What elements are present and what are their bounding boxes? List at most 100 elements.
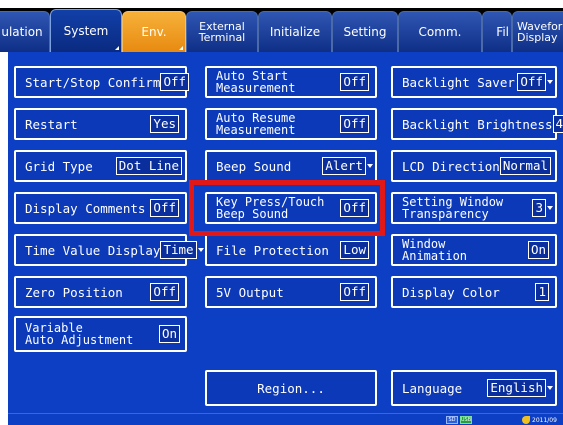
tab-bar: ulation System Env. External Terminal In… [0,8,563,52]
tab-label: Fil [496,25,509,39]
setting-value: Off [160,73,190,91]
setting-value: Off [150,199,179,217]
setting-value: Off [340,115,369,133]
tab-waveform-display[interactable]: Wavefor Display [512,11,563,52]
backlight-brightness-button[interactable]: Backlight Brightness 4 [391,108,563,140]
time-value-display-button[interactable]: Time Value Display Time [14,234,204,266]
setting-label: Start/Stop Confirm [25,74,161,90]
start-stop-confirm-button[interactable]: Start/Stop Confirm Off [14,66,190,98]
tab-file[interactable]: Fil [482,11,512,52]
setting-label: Grid Type [25,158,93,174]
clock-icon [522,416,530,424]
setting-value: On [159,325,181,343]
setting-value: Off [150,283,179,301]
tab-env[interactable]: Env. [122,11,186,52]
value-text: Alert [325,158,363,173]
backlight-saver-button[interactable]: Backlight Saver Off [391,66,557,98]
date-text: 2011/09 [532,416,557,424]
setting-value: Low [340,241,369,259]
tab-initialize[interactable]: Initialize [258,11,332,52]
setting-label: Beep Sound [216,158,292,174]
tab-label: Comm. [418,25,462,39]
setting-label: Variable Auto Adjustment [25,321,134,347]
file-protection-button[interactable]: File Protection Low [205,234,377,266]
region-label: Region... [257,380,325,396]
lcd-direction-button[interactable]: LCD Direction Normal [391,150,557,182]
setting-value: Yes [150,115,179,133]
tab-label: System [63,24,109,38]
dropdown-arrow-icon [367,164,373,168]
value-text: Dot Line [118,158,179,173]
setting-value: 4 [552,115,563,133]
value-text: 1 [538,284,546,299]
tab-system[interactable]: System [50,9,122,52]
setting-value: Off [340,73,369,91]
setting-label: Display Comments [25,200,146,216]
tab-calculation[interactable]: ulation [0,11,50,52]
setting-value: Time [160,241,197,259]
setting-value: Alert [322,157,366,175]
value-text: Yes [153,116,176,131]
value-text: 4 [555,116,563,131]
restart-button[interactable]: Restart Yes [14,108,187,140]
setting-label: Backlight Saver [402,74,515,90]
setting-label: Setting Window Transparency [402,195,504,221]
language-button[interactable]: Language English [391,370,557,406]
tab-comm[interactable]: Comm. [398,11,482,52]
date-display: 2011/09 [532,416,563,424]
value-text: Off [343,74,366,89]
setting-label: Zero Position [25,284,123,300]
setting-label: Auto Resume Measurement [216,111,296,137]
auto-start-measurement-button[interactable]: Auto Start Measurement Off [205,66,377,98]
setting-label: 5V Output [216,284,284,300]
setting-label: Language [402,380,463,396]
value-text: Off [153,200,176,215]
sd-card-icon: SD [446,416,458,424]
value-text: On [162,326,178,341]
tab-label: Initialize [269,25,321,39]
value-text: Off [153,284,176,299]
display-color-button[interactable]: Display Color 1 [391,276,557,308]
setting-window-transparency-button[interactable]: Setting Window Transparency 3 [391,192,557,224]
status-bar [8,413,563,425]
setting-label: Auto Start Measurement [216,69,296,95]
grid-type-button[interactable]: Grid Type Dot Line [14,150,187,182]
tab-label: Wavefor Display [517,20,563,44]
tab-label: ulation [1,25,43,39]
value-text: Off [163,74,187,89]
value-text: Off [520,74,543,89]
display-comments-button[interactable]: Display Comments Off [14,192,187,224]
value-text: On [530,242,546,257]
setting-value: 3 [532,199,546,217]
zero-position-button[interactable]: Zero Position Off [14,276,187,308]
system-settings-screen: ulation System Env. External Terminal In… [0,0,563,425]
setting-label: Backlight Brightness [402,116,553,132]
5v-output-button[interactable]: 5V Output Off [205,276,377,308]
setting-label: Window Animation [402,237,468,263]
tab-label: Setting [343,25,387,39]
tab-corner-icon [179,46,183,50]
dropdown-arrow-icon [547,206,553,210]
tab-label: External Terminal [198,20,246,44]
usb-label: USB [460,417,472,423]
highlight-box [189,180,385,236]
setting-label: Display Color [402,284,500,300]
variable-auto-adjustment-button[interactable]: Variable Auto Adjustment On [14,316,187,352]
tab-corner-icon [115,46,119,50]
beep-sound-button[interactable]: Beep Sound Alert [205,150,377,182]
setting-value: Normal [499,157,551,175]
setting-value: Off [517,73,546,91]
value-text: English [490,380,543,395]
dropdown-arrow-icon [547,80,553,84]
value-text: 3 [535,200,543,215]
auto-resume-measurement-button[interactable]: Auto Resume Measurement Off [205,108,377,140]
value-text: Off [343,116,366,131]
setting-value: 1 [535,283,549,301]
window-animation-button[interactable]: Window Animation On [391,234,557,266]
tab-setting[interactable]: Setting [332,11,398,52]
region-button[interactable]: Region... [205,370,377,406]
setting-label: Restart [25,116,78,132]
setting-value: Off [340,283,369,301]
tab-external-terminal[interactable]: External Terminal [186,11,258,52]
value-text: Time [163,242,194,257]
